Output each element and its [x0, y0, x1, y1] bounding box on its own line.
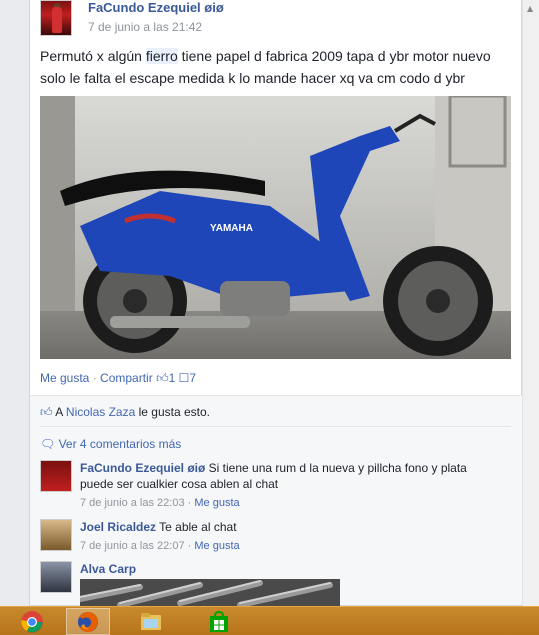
view-more-label[interactable]: Ver 4 comentarios más	[59, 437, 182, 451]
divider	[40, 426, 511, 427]
commenter-avatar[interactable]	[40, 460, 72, 492]
commenter-avatar[interactable]	[40, 519, 72, 551]
file-explorer-icon	[141, 612, 161, 630]
commenter-avatar[interactable]	[40, 561, 72, 593]
post-card: FaCundo Ezequiel øiø 7 de junio a las 21…	[29, 0, 523, 607]
comment-body: Joel Ricaldez Te able al chat 7 de junio…	[80, 519, 500, 554]
author-name[interactable]: FaCundo Ezequiel øiø	[88, 0, 224, 15]
comment-time[interactable]: 7 de junio a las 22:07	[80, 540, 185, 552]
comment-meta: 7 de junio a las 22:07 · Me gusta	[80, 540, 240, 552]
likes-suffix: le gusta esto.	[135, 405, 210, 419]
divider	[30, 395, 523, 396]
thumbs-up-icon[interactable]: 👍︎	[156, 371, 169, 385]
like-button[interactable]: Me gusta	[40, 371, 89, 385]
comment-like-button[interactable]: Me gusta	[194, 540, 239, 552]
scroll-up-icon[interactable]: ▲	[527, 4, 533, 13]
thumbs-up-small-icon: 👍︎	[40, 405, 53, 419]
author-avatar[interactable]	[40, 0, 72, 36]
post-text-start: Permutó x algún	[40, 48, 146, 64]
brand-decal: YAMAHA	[210, 223, 253, 234]
comment-body: Alva Carp	[80, 561, 500, 577]
comment-like-button[interactable]: Me gusta	[194, 497, 239, 509]
firefox-taskbar-button[interactable]	[66, 608, 110, 635]
likes-summary: 👍︎ A Nicolas Zaza le gusta esto.	[40, 405, 210, 420]
windows-taskbar	[0, 606, 539, 635]
comment-bubble-icon[interactable]: ☐	[179, 371, 190, 385]
firefox-icon	[78, 611, 98, 632]
file-explorer-taskbar-button[interactable]	[129, 608, 173, 635]
post-text: Permutó x algún fierro tiene papel d fab…	[40, 45, 510, 89]
vertical-scrollbar[interactable]: ▲	[522, 0, 539, 606]
comment-body: FaCundo Ezequiel øiø Si tiene una rum d …	[80, 460, 500, 511]
likes-prefix: A	[55, 405, 66, 419]
post-actions: Me gusta · Compartir 👍︎1 ☐7	[40, 371, 196, 386]
post-header: FaCundo Ezequiel øiø 7 de junio a las 21…	[40, 0, 510, 36]
commenter-name[interactable]: FaCundo Ezequiel øiø	[80, 461, 205, 475]
likes-count[interactable]: 1	[169, 371, 176, 385]
commenter-name[interactable]: Alva Carp	[80, 562, 136, 576]
comment-photo[interactable]	[80, 579, 340, 607]
liker-name[interactable]: Nicolas Zaza	[66, 405, 135, 419]
view-more-comments[interactable]: 🗨︎ Ver 4 comentarios más	[40, 437, 181, 451]
avatar-figure	[52, 7, 62, 33]
chrome-taskbar-button[interactable]	[10, 608, 54, 635]
chrome-icon	[21, 610, 43, 633]
actions-separator: ·	[89, 371, 101, 385]
comment-bubble-small-icon: 🗨︎	[40, 437, 56, 451]
comment-text: Te able al chat	[156, 520, 237, 534]
windows-store-taskbar-button[interactable]	[197, 608, 241, 635]
motorcycle-photo: YAMAHA	[40, 96, 511, 359]
rebar-photo	[80, 579, 340, 607]
comments-count[interactable]: 7	[189, 371, 196, 385]
share-button[interactable]: Compartir	[100, 371, 153, 385]
comment-time[interactable]: 7 de junio a las 22:03	[80, 497, 185, 509]
windows-store-icon	[210, 610, 228, 632]
post-photo[interactable]: YAMAHA	[40, 96, 511, 359]
commenter-name[interactable]: Joel Ricaldez	[80, 520, 156, 534]
post-timestamp[interactable]: 7 de junio a las 21:42	[88, 20, 202, 34]
hashtag-link[interactable]: fierro	[145, 48, 178, 64]
comment-meta: 7 de junio a las 22:03 · Me gusta	[80, 497, 240, 509]
